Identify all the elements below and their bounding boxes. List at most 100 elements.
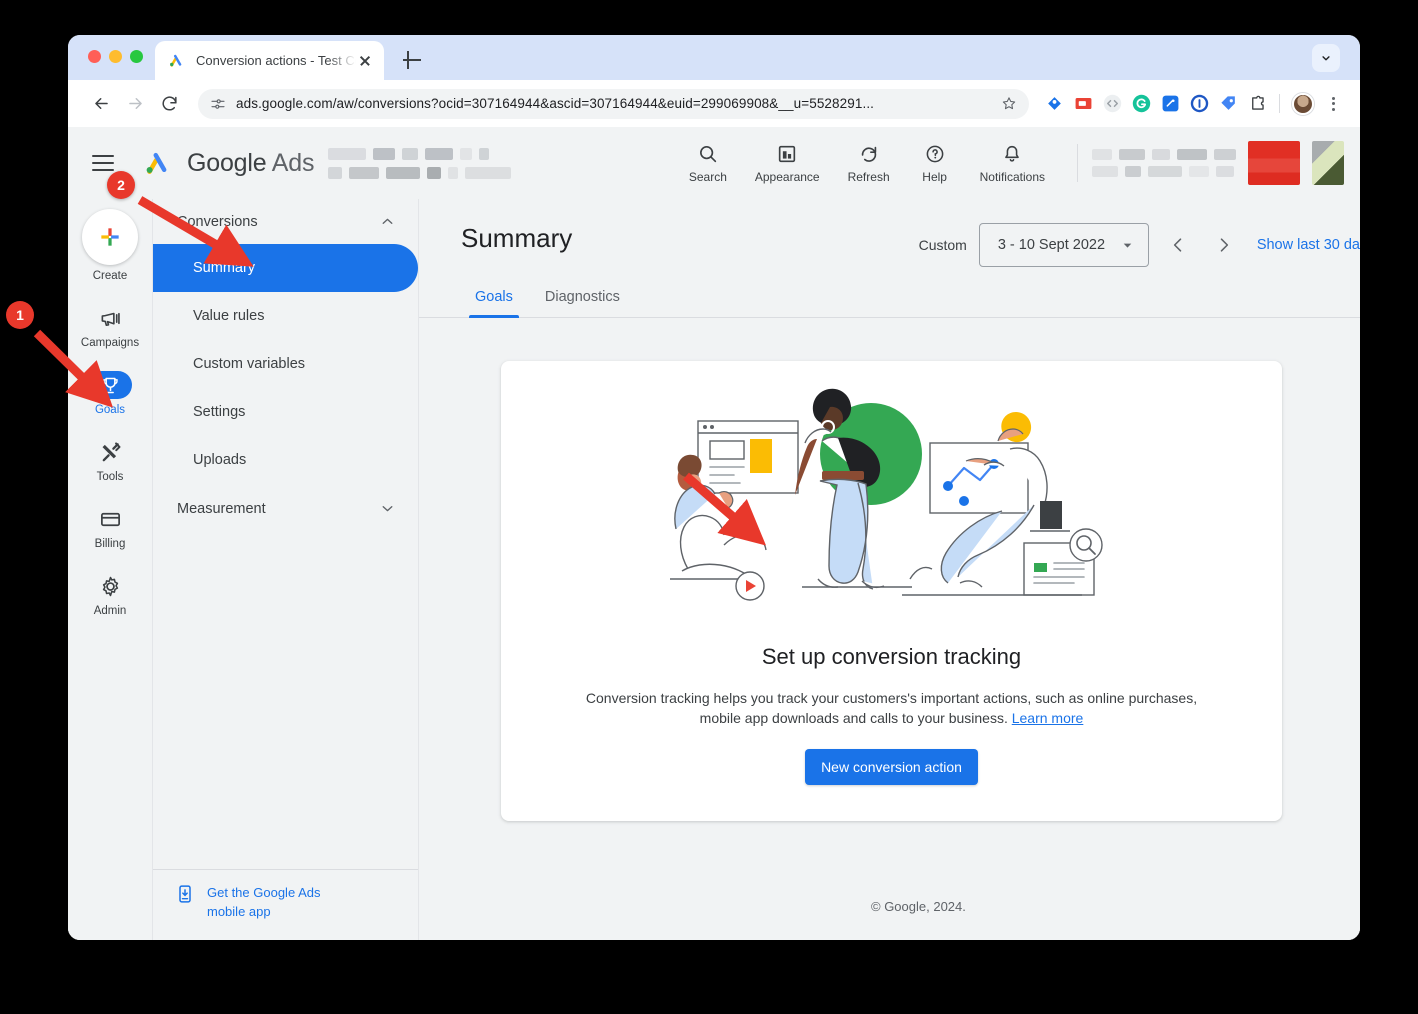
content-tabs: Goals Diagnostics — [419, 267, 1360, 318]
minimize-window-button[interactable] — [109, 50, 122, 63]
close-tab-icon[interactable] — [356, 52, 374, 70]
sidebar-section-conversions-label: Conversions — [177, 213, 258, 230]
tab-goals[interactable]: Goals — [461, 289, 527, 318]
forward-button[interactable] — [120, 89, 150, 119]
bookmark-star-icon[interactable] — [1001, 95, 1017, 112]
sidebar-item-custom-variables[interactable]: Custom variables — [153, 340, 418, 388]
browser-toolbar: ads.google.com/aw/conversions?ocid=30716… — [68, 80, 1360, 127]
date-range-controls: Custom 3 - 10 Sept 2022 Show last 30 da — [919, 223, 1360, 267]
account-badge-redacted — [1312, 141, 1344, 185]
gear-icon — [102, 576, 118, 596]
rail-item-admin[interactable]: Admin — [68, 572, 152, 617]
mobile-app-link[interactable]: Get the Google Ads mobile app — [207, 884, 357, 922]
megaphone-icon — [101, 312, 120, 326]
window-traffic-lights — [88, 50, 143, 63]
header-appearance-button[interactable]: Appearance — [741, 139, 834, 188]
google-ads-favicon — [170, 54, 182, 67]
rail-item-goals[interactable]: Goals — [68, 371, 152, 416]
maximize-window-button[interactable] — [130, 50, 143, 63]
refresh-icon — [861, 146, 876, 162]
help-icon — [926, 145, 944, 162]
billing-card-icon — [100, 512, 120, 526]
chrome-menu-icon[interactable] — [1324, 95, 1342, 113]
trophy-icon — [102, 377, 118, 393]
account-summary-redacted[interactable] — [1092, 141, 1344, 185]
show-last-30-days-link[interactable]: Show last 30 da — [1257, 237, 1360, 253]
rail-label-create: Create — [92, 270, 128, 282]
app-body: Create Campaigns Goals Tools Billing Adm… — [68, 199, 1360, 940]
sidebar-item-summary[interactable]: Summary — [153, 244, 418, 292]
chrome-profile-avatar[interactable] — [1292, 92, 1314, 115]
conversion-tracking-illustration — [669, 388, 1103, 601]
close-window-button[interactable] — [88, 50, 101, 63]
google-ads-mark-icon — [146, 152, 167, 174]
header-refresh-button[interactable]: Refresh — [834, 139, 904, 188]
grammarly-icon[interactable] — [1132, 94, 1151, 113]
sidebar-item-uploads[interactable]: Uploads — [153, 436, 418, 484]
extensions-puzzle-icon[interactable] — [1248, 94, 1267, 113]
header-help-button[interactable]: Help — [904, 139, 966, 188]
rail-label-campaigns: Campaigns — [80, 337, 140, 349]
learn-more-link[interactable]: Learn more — [1012, 710, 1084, 726]
new-tab-button[interactable] — [399, 47, 425, 73]
google-ads-app: Google Ads Search Appearance Refresh Hel… — [68, 127, 1360, 940]
tag-blue-icon[interactable] — [1219, 94, 1238, 113]
rail-label-admin: Admin — [93, 605, 127, 617]
search-icon — [699, 145, 717, 162]
browser-tab[interactable]: Conversion actions - Test Cor — [155, 41, 384, 80]
back-button[interactable] — [86, 89, 116, 119]
date-range-select[interactable]: 3 - 10 Sept 2022 — [978, 223, 1149, 267]
toolbar-divider — [1279, 94, 1280, 113]
rail-item-campaigns[interactable]: Campaigns — [68, 304, 152, 349]
1password-icon[interactable] — [1190, 94, 1209, 113]
appearance-icon — [779, 145, 796, 162]
brand-ads-label: Ads — [271, 148, 315, 177]
tab-diagnostics[interactable]: Diagnostics — [531, 289, 634, 317]
header-notifications-button[interactable]: Notifications — [966, 139, 1059, 188]
google-ads-logo[interactable]: Google Ads — [140, 148, 314, 178]
coupon-icon[interactable] — [1074, 94, 1093, 113]
mobile-download-icon — [179, 885, 191, 903]
rail-label-billing: Billing — [94, 538, 126, 550]
date-range-value: 3 - 10 Sept 2022 — [997, 237, 1106, 253]
tab-list-chevron-icon[interactable] — [1312, 44, 1340, 72]
primary-nav-rail: Create Campaigns Goals Tools Billing Adm… — [68, 199, 153, 940]
sidebar-item-settings[interactable]: Settings — [153, 388, 418, 436]
tools-icon — [102, 441, 121, 461]
chevron-down-icon — [382, 506, 393, 512]
annotation-badge-2: 2 — [107, 171, 135, 199]
next-period-button[interactable] — [1207, 228, 1241, 262]
new-conversion-action-button[interactable]: New conversion action — [805, 748, 978, 785]
reload-button[interactable] — [154, 89, 184, 119]
header-search-button[interactable]: Search — [675, 139, 741, 188]
header-search-label: Search — [688, 169, 727, 184]
annotation-badge-1: 1 — [6, 301, 34, 329]
sidebar-item-value-rules[interactable]: Value rules — [153, 292, 418, 340]
rail-item-tools[interactable]: Tools — [68, 438, 152, 483]
chevron-left-icon — [1173, 238, 1182, 252]
secondary-sidebar: Conversions Summary Value rules Custom v… — [153, 199, 419, 940]
sidebar-section-conversions[interactable]: Conversions — [153, 199, 418, 244]
address-bar[interactable]: ads.google.com/aw/conversions?ocid=30716… — [198, 88, 1029, 119]
chevron-down-icon — [1123, 243, 1132, 248]
account-avatar-redacted[interactable] — [1248, 141, 1300, 185]
copyright-text: © Google, 2024. — [871, 899, 966, 914]
hamburger-menu-icon[interactable] — [92, 155, 114, 171]
content-header: Summary Custom 3 - 10 Sept 2022 Show las… — [419, 199, 1360, 267]
tag-manager-icon[interactable] — [1161, 94, 1180, 113]
card-description-text: Conversion tracking helps you track your… — [585, 690, 1198, 727]
site-settings-icon[interactable] — [210, 96, 226, 112]
chevron-up-icon — [382, 218, 393, 224]
rail-item-billing[interactable]: Billing — [68, 505, 152, 550]
header-divider — [1077, 144, 1078, 182]
sidebar-section-measurement[interactable]: Measurement — [153, 484, 418, 531]
rail-item-create[interactable]: Create — [68, 209, 152, 282]
browser-tab-title: Conversion actions - Test Cor — [196, 53, 356, 68]
tag-assistant-icon[interactable] — [1045, 94, 1064, 113]
app-header: Google Ads Search Appearance Refresh Hel… — [68, 127, 1360, 199]
header-refresh-label: Refresh — [847, 169, 890, 184]
header-appearance-label: Appearance — [754, 169, 820, 184]
code-inspector-icon[interactable] — [1103, 94, 1122, 113]
brand-text: Google Ads — [187, 149, 314, 178]
previous-period-button[interactable] — [1161, 228, 1195, 262]
